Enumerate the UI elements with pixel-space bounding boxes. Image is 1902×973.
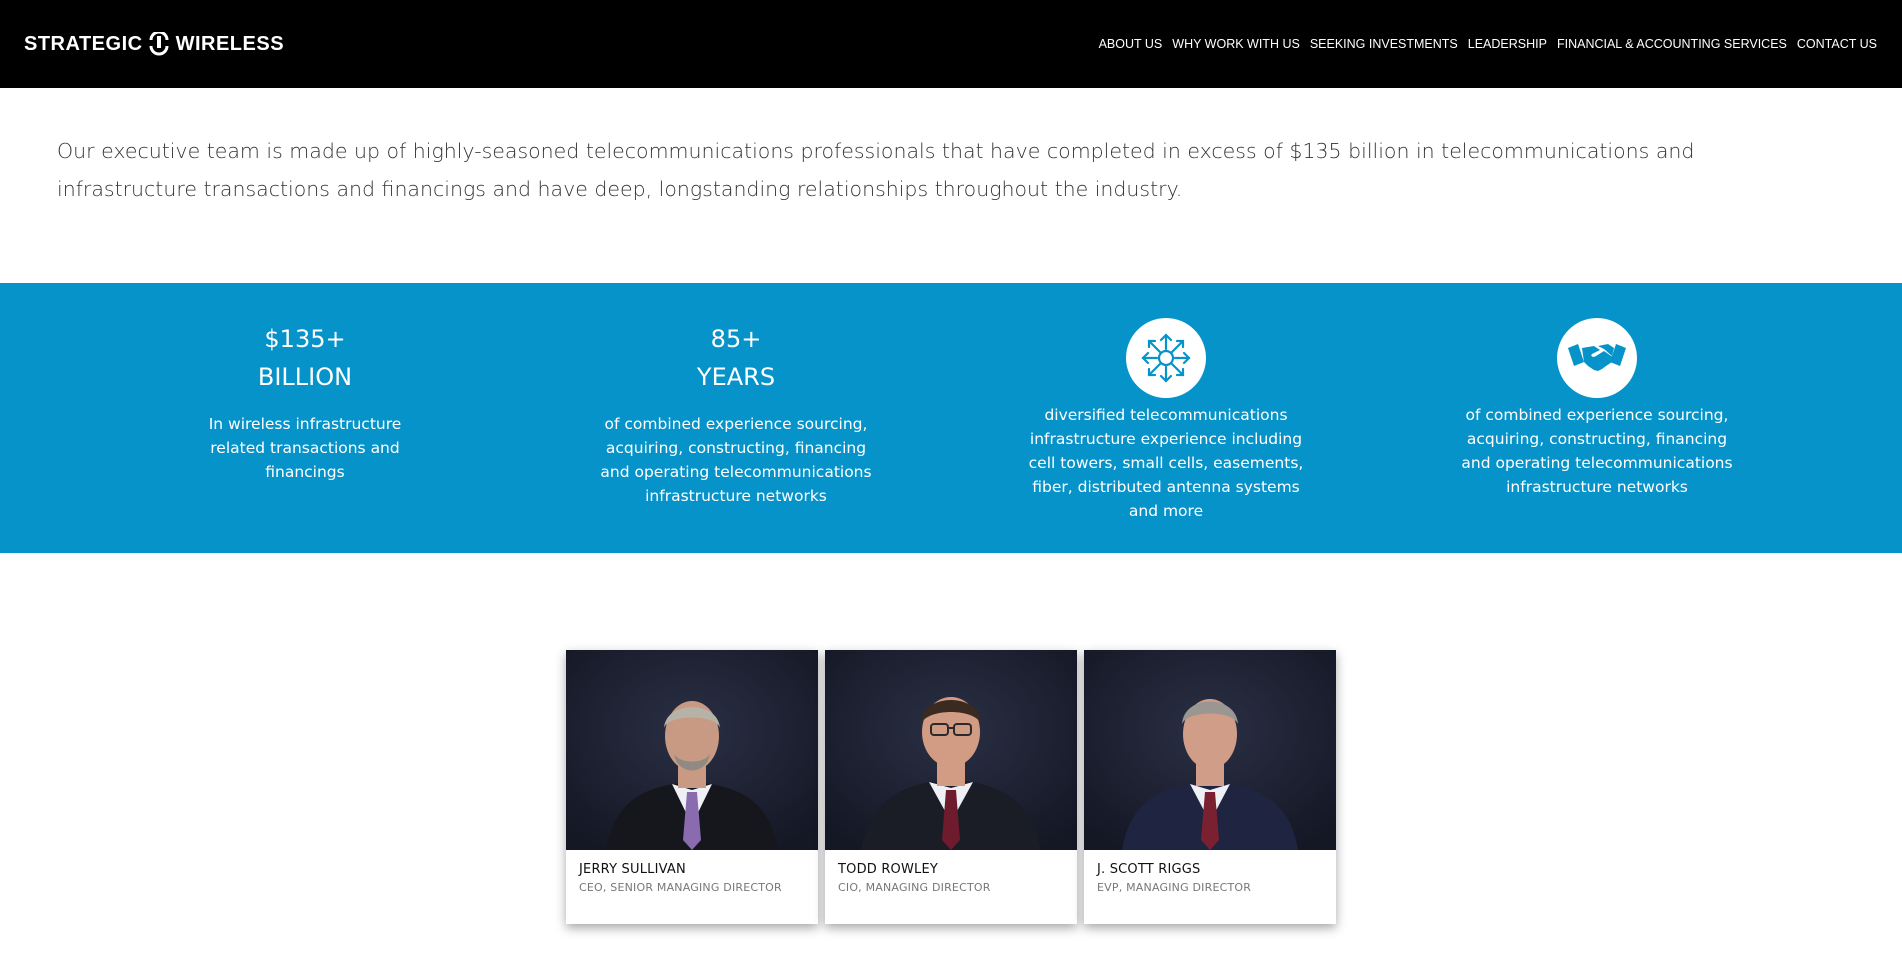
- stat-handshake: of combined experience sourcing, acquiri…: [1447, 283, 1747, 499]
- stat-value: $135+ BILLION: [257, 325, 353, 391]
- stat-description: diversified telecommunications infrastru…: [1028, 406, 1304, 520]
- stat-diversified: diversified telecommunications infrastru…: [1016, 283, 1316, 523]
- stat-value: 85+ YEARS: [696, 325, 776, 391]
- nav-leadership[interactable]: LEADERSHIP: [1463, 37, 1552, 51]
- network-arrows-icon: [1126, 318, 1206, 398]
- handshake-icon: [1557, 318, 1637, 398]
- stat-description: In wireless infrastructure related trans…: [208, 415, 402, 481]
- portrait-photo: [1084, 650, 1336, 850]
- nav-contact-us[interactable]: CONTACT US: [1792, 37, 1882, 51]
- nav-seeking-investments[interactable]: SEEKING INVESTMENTS: [1305, 37, 1463, 51]
- stat-billion: $135+ BILLION In wireless infrastructure…: [155, 283, 455, 484]
- team-member-name: J. SCOTT RIGGS: [1097, 862, 1201, 877]
- intro-paragraph: Our executive team is made up of highly-…: [57, 139, 1695, 201]
- main-nav: ABOUT US WHY WORK WITH US SEEKING INVEST…: [1094, 37, 1882, 51]
- team-card[interactable]: JERRY SULLIVAN CEO, SENIOR MANAGING DIRE…: [566, 650, 818, 924]
- logo-mark-icon: [149, 32, 169, 56]
- stat-years: 85+ YEARS of combined experience sourcin…: [586, 283, 886, 508]
- stats-band: $135+ BILLION In wireless infrastructure…: [0, 283, 1902, 553]
- team-member-role: CEO, SENIOR MANAGING DIRECTOR: [579, 881, 782, 894]
- portrait-photo: [825, 650, 1077, 850]
- site-header: STRATEGIC WIRELESS ABOUT US WHY WORK WIT…: [0, 0, 1902, 88]
- team-member-name: TODD ROWLEY: [838, 862, 939, 877]
- team-member-name: JERRY SULLIVAN: [579, 862, 686, 877]
- stat-description: of combined experience sourcing, acquiri…: [1461, 406, 1733, 496]
- team-card[interactable]: TODD ROWLEY CIO, MANAGING DIRECTOR: [825, 650, 1077, 924]
- team-card[interactable]: J. SCOTT RIGGS EVP, MANAGING DIRECTOR: [1084, 650, 1336, 924]
- nav-financial-accounting[interactable]: FINANCIAL & ACCOUNTING SERVICES: [1552, 37, 1792, 51]
- nav-about-us[interactable]: ABOUT US: [1094, 37, 1168, 51]
- team-member-role: CIO, MANAGING DIRECTOR: [838, 881, 991, 894]
- site-logo[interactable]: STRATEGIC WIRELESS: [24, 32, 284, 56]
- team-member-role: EVP, MANAGING DIRECTOR: [1097, 881, 1252, 894]
- portrait-photo: [566, 650, 818, 850]
- stat-description: of combined experience sourcing, acquiri…: [600, 415, 872, 505]
- logo-text-strategic: STRATEGIC: [24, 32, 143, 55]
- logo-text-wireless: WIRELESS: [175, 32, 285, 55]
- nav-why-work-with-us[interactable]: WHY WORK WITH US: [1167, 37, 1305, 51]
